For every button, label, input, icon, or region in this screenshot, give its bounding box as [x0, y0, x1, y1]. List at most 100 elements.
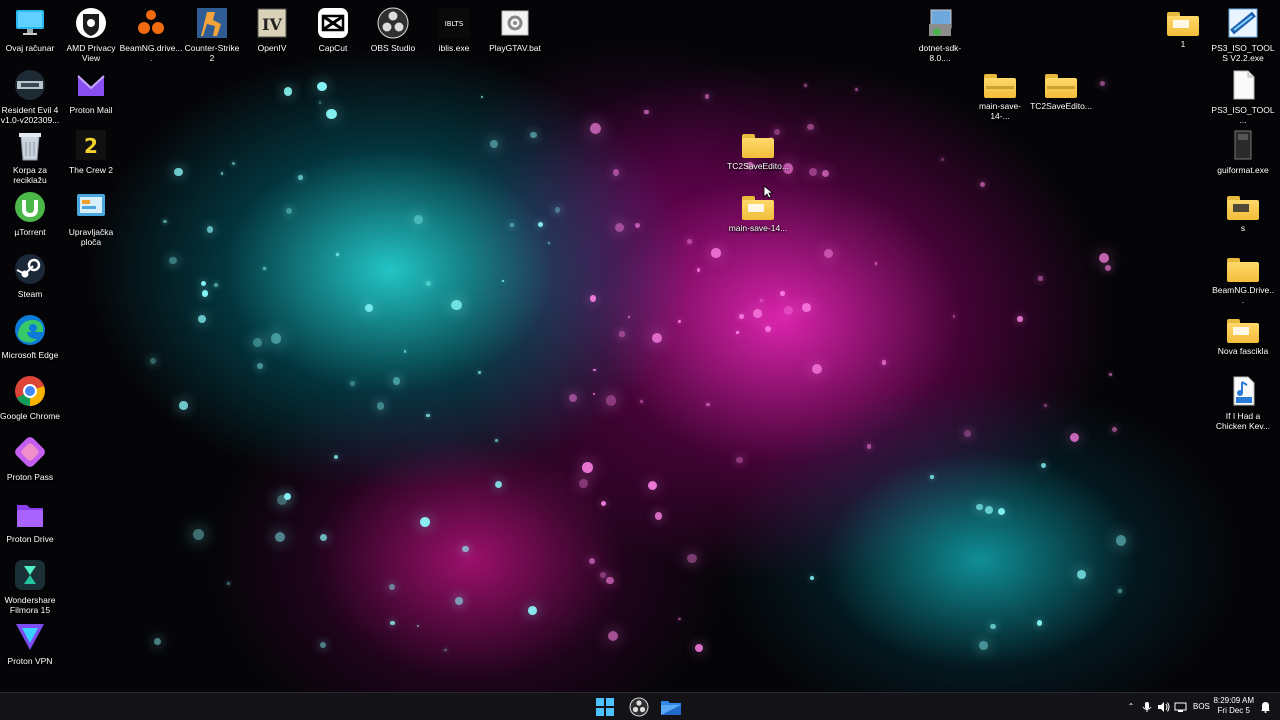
desktop-icon-folder-1[interactable]: 1 — [1153, 6, 1213, 49]
bokeh-dot — [1115, 535, 1127, 546]
desktop-icon-beamng-drive-folder[interactable]: BeamNG.Drive... — [1212, 252, 1274, 305]
bokeh-dot — [582, 462, 594, 473]
clock[interactable]: 8:29:09 AM Fri Dec 5 — [1214, 696, 1254, 716]
recycle-bin-icon — [13, 128, 47, 162]
bokeh-dot — [606, 577, 614, 585]
bokeh-dot — [765, 325, 772, 333]
desktop-icon-main-save-zip[interactable]: main-save-14-... — [970, 68, 1030, 121]
bokeh-dot — [1036, 620, 1043, 626]
desktop-icon-beamng-drive[interactable]: BeamNG.drive.... — [120, 6, 182, 63]
icon-label: Ovaj računar — [5, 43, 55, 53]
desktop-icon-microsoft-edge[interactable]: Microsoft Edge — [0, 313, 60, 360]
file-icon — [1226, 68, 1260, 102]
bokeh-dot — [874, 262, 878, 265]
bokeh-dot — [200, 280, 207, 286]
bokeh-dot — [619, 331, 625, 337]
desktop-icon-obs-studio[interactable]: OBS Studio — [363, 6, 423, 53]
bokeh-dot — [326, 108, 337, 119]
desktop-icon-nova-fascikla[interactable]: Nova fascikla — [1213, 313, 1273, 356]
network-icon[interactable] — [1174, 701, 1187, 713]
desktop-icon-proton-pass[interactable]: Proton Pass — [0, 435, 60, 482]
bokeh-dot — [644, 109, 649, 115]
start-button[interactable] — [594, 697, 616, 717]
bokeh-dot — [1109, 373, 1112, 376]
volume-icon[interactable] — [1157, 701, 1170, 713]
desktop-icon-filmora[interactable]: Wondershare Filmora 15 — [0, 558, 60, 615]
amd-privacy-icon — [74, 6, 108, 40]
desktop-icon-control-panel[interactable]: Upravljačka ploča — [61, 190, 121, 247]
desktop-icon-counter-strike-2[interactable]: Counter-Strike 2 — [182, 6, 242, 63]
bokeh-dot — [578, 479, 588, 489]
desktop-icon-proton-vpn[interactable]: Proton VPN — [0, 619, 60, 666]
bokeh-dot — [593, 393, 596, 396]
exe-icon — [1226, 128, 1260, 162]
bokeh-dot — [736, 456, 743, 464]
bokeh-dot — [416, 625, 419, 628]
clock-date: Fri Dec 5 — [1217, 706, 1250, 715]
desktop-icon-the-crew-2[interactable]: 2 The Crew 2 — [61, 128, 121, 175]
bokeh-dot — [318, 101, 322, 105]
desktop-icon-folder-s[interactable]: s — [1213, 190, 1273, 233]
taskbar-file-explorer-button[interactable] — [660, 697, 682, 717]
bokeh-dot — [451, 300, 462, 311]
bokeh-dot — [952, 314, 956, 318]
bokeh-dot — [275, 532, 286, 543]
bokeh-dot — [462, 545, 469, 552]
batch-file-icon — [498, 6, 532, 40]
folder-icon — [742, 196, 774, 220]
desktop-icon-ps3-iso-tool-file[interactable]: PS3_ISO_TOOL... — [1211, 68, 1275, 125]
microphone-icon[interactable] — [1141, 701, 1153, 713]
desktop-icon-proton-mail[interactable]: Proton Mail — [61, 68, 121, 115]
desktop-icon-openiv[interactable]: IV OpenIV — [242, 6, 302, 53]
bokeh-dot — [593, 368, 596, 372]
desktop-icon-mp3-file[interactable]: If I Had a Chicken Kev... — [1213, 374, 1273, 431]
show-hidden-icons-chevron-icon[interactable]: ⌃ — [1125, 702, 1137, 711]
icon-label: Nova fascikla — [1217, 346, 1269, 356]
bokeh-dot — [257, 362, 263, 369]
bokeh-dot — [193, 528, 205, 540]
bokeh-dot — [601, 501, 607, 507]
desktop-icon-main-save-folder[interactable]: main-save-14... — [728, 190, 788, 233]
language-indicator[interactable]: BOS — [1193, 702, 1210, 711]
desktop-icon-resident-evil-4[interactable]: Resident Evil 4 v1.0-v202309... — [0, 68, 60, 125]
bokeh-dot — [655, 512, 663, 520]
desktop-icon-proton-drive[interactable]: Proton Drive — [0, 497, 60, 544]
bokeh-dot — [179, 401, 188, 410]
taskbar: ⌃ BOS 8:29:09 AM Fri Dec 5 — [0, 692, 1280, 720]
bokeh-dot — [599, 572, 606, 579]
desktop-icon-playgtav-bat[interactable]: PlayGTAV.bat — [485, 6, 545, 53]
bokeh-dot — [985, 505, 994, 515]
desktop-icon-tc2-save-editor-zip[interactable]: TC2SaveEdito... — [1030, 68, 1092, 111]
bokeh-dot — [606, 395, 617, 406]
bokeh-dot — [547, 241, 550, 244]
bokeh-dot — [964, 430, 972, 437]
desktop-icon-dotnet-sdk[interactable]: dotnet-sdk-8.0.... — [910, 6, 970, 63]
desktop-icon-ps3-iso-tools-exe[interactable]: PS3_ISO_TOOLS V2.2.exe — [1211, 6, 1275, 63]
beamng-icon — [134, 6, 168, 40]
desktop-icon-utorrent[interactable]: µTorrent — [0, 190, 60, 237]
desktop-icon-iblis[interactable]: IBLTS iblis.exe — [424, 6, 484, 53]
bokeh-dot — [678, 617, 681, 621]
proton-pass-icon — [13, 435, 47, 469]
desktop-icon-recycle-bin[interactable]: Korpa za reciklažu — [0, 128, 60, 185]
bokeh-dot — [739, 314, 744, 319]
bokeh-dot — [802, 303, 812, 312]
bokeh-dot — [980, 181, 986, 187]
desktop-icon-google-chrome[interactable]: Google Chrome — [0, 374, 60, 421]
bokeh-dot — [197, 314, 206, 324]
desktop-icon-this-pc[interactable]: Ovaj računar — [0, 6, 60, 53]
desktop-icon-tc2-save-editor-folder[interactable]: TC2SaveEdito... — [727, 128, 789, 171]
icon-label: µTorrent — [14, 227, 46, 237]
bokeh-dot — [403, 350, 407, 354]
desktop-icon-capcut[interactable]: CapCut — [303, 6, 363, 53]
desktop-icon-guiformat[interactable]: guiformat.exe — [1213, 128, 1273, 175]
edge-icon — [13, 313, 47, 347]
icon-label: Korpa za reciklažu — [12, 165, 48, 185]
taskbar-obs-button[interactable] — [628, 697, 650, 717]
trainer-icon — [13, 68, 47, 102]
notification-bell-icon[interactable] — [1260, 701, 1271, 713]
desktop-icon-steam[interactable]: Steam — [0, 252, 60, 299]
bokeh-dot — [1044, 403, 1047, 407]
bokeh-dot — [320, 641, 327, 648]
desktop-icon-amd-privacy-view[interactable]: AMD Privacy View — [61, 6, 121, 63]
